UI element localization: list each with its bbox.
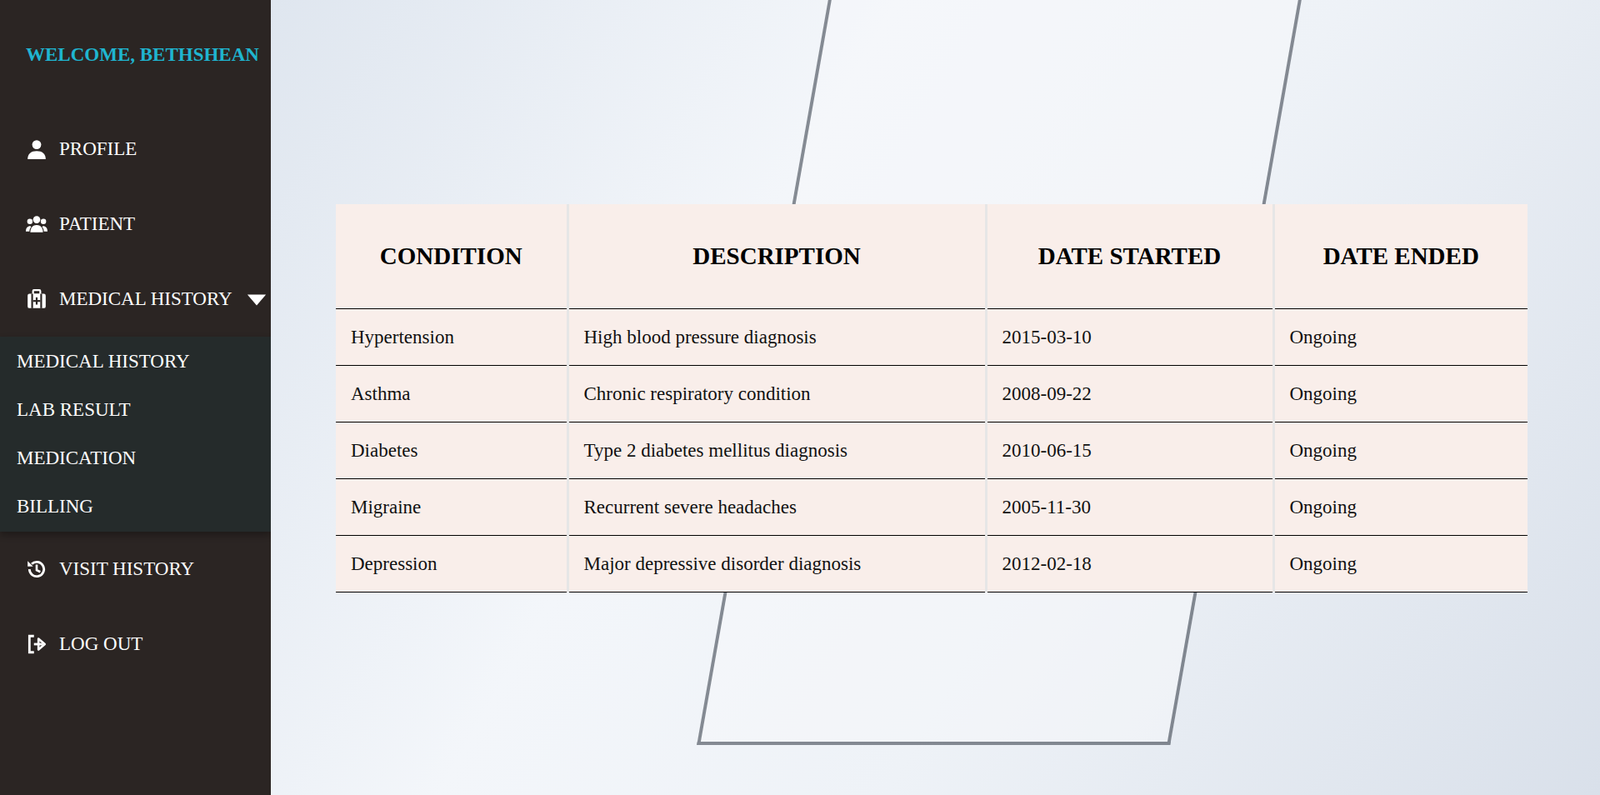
table-row: MigraineRecurrent severe headaches2005-1… (335, 479, 1528, 536)
table-cell: Depression (335, 535, 568, 593)
table-cell: Ongoing (1273, 479, 1528, 536)
medical-history-table: CONDITIONDESCRIPTIONDATE STARTEDDATE END… (335, 204, 1528, 593)
user-icon (25, 138, 48, 160)
welcome-text: WELCOME, BETHSHEAN (0, 43, 271, 67)
table-cell: 2012-02-18 (985, 535, 1274, 593)
column-header: DATE ENDED (1273, 204, 1528, 310)
column-header: DESCRIPTION (567, 204, 986, 310)
table-cell: Ongoing (1273, 309, 1528, 366)
table-cell: High blood pressure diagnosis (567, 309, 986, 366)
history-icon (25, 558, 48, 580)
column-header: DATE STARTED (985, 204, 1274, 310)
logout-icon (25, 633, 48, 655)
table-cell: Recurrent severe headaches (567, 479, 986, 536)
sidebar-item[interactable]: LOG OUT (0, 606, 271, 682)
sidebar-item[interactable]: PROFILE (0, 111, 271, 187)
table-cell: Ongoing (1273, 535, 1528, 593)
table-cell: Major depressive disorder diagnosis (567, 535, 986, 593)
sidebar-item-label: PROFILE (59, 138, 137, 160)
sidebar: WELCOME, BETHSHEAN PROFILE PATIENT MEDICAL … (0, 0, 271, 795)
sidebar-item[interactable]: PATIENT (0, 186, 271, 262)
table-row: DiabetesType 2 diabetes mellitus diagnos… (335, 422, 1528, 480)
table-cell: Type 2 diabetes mellitus diagnosis (567, 422, 986, 480)
table-cell: Migraine (335, 479, 568, 536)
sidebar-item[interactable]: MEDICAL HISTORY (0, 261, 271, 337)
submenu-item[interactable]: BILLING (0, 482, 271, 531)
table-row: HypertensionHigh blood pressure diagnosi… (335, 309, 1528, 366)
submenu: MEDICAL HISTORYLAB RESULTMEDICATIONBILLI… (0, 336, 271, 532)
table-cell: Hypertension (335, 309, 568, 366)
submenu-item[interactable]: LAB RESULT (0, 385, 271, 435)
sidebar-item-label: PATIENT (59, 213, 135, 235)
sidebar-item-label: MEDICAL HISTORY (59, 288, 233, 310)
sidebar-item-label: VISIT HISTORY (59, 558, 195, 580)
header-row: CONDITIONDESCRIPTIONDATE STARTEDDATE END… (335, 204, 1528, 310)
table-cell: 2015-03-10 (985, 309, 1274, 366)
table-row: DepressionMajor depressive disorder diag… (335, 535, 1528, 593)
submenu-item[interactable]: MEDICATION (0, 434, 271, 483)
table-cell: 2008-09-22 (985, 365, 1274, 423)
column-header: CONDITION (335, 204, 568, 310)
table-cell: 2010-06-15 (985, 422, 1274, 480)
users-icon (25, 213, 48, 235)
table-cell: Ongoing (1273, 365, 1528, 423)
caret-down-icon (244, 288, 268, 310)
sidebar-item[interactable]: VISIT HISTORY (0, 531, 271, 607)
submenu-item[interactable]: MEDICAL HISTORY (0, 337, 271, 386)
table-cell: Asthma (335, 365, 568, 423)
table-row: AsthmaChronic respiratory condition2008-… (335, 365, 1528, 423)
table-cell: Diabetes (335, 422, 568, 480)
table-cell: Chronic respiratory condition (567, 365, 986, 423)
table-cell: Ongoing (1273, 422, 1528, 480)
content-area: CONDITIONDESCRIPTIONDATE STARTEDDATE END… (270, 0, 1600, 795)
medkit-icon (25, 288, 48, 310)
table-cell: 2005-11-30 (985, 479, 1274, 536)
sidebar-item-label: LOG OUT (59, 633, 143, 655)
